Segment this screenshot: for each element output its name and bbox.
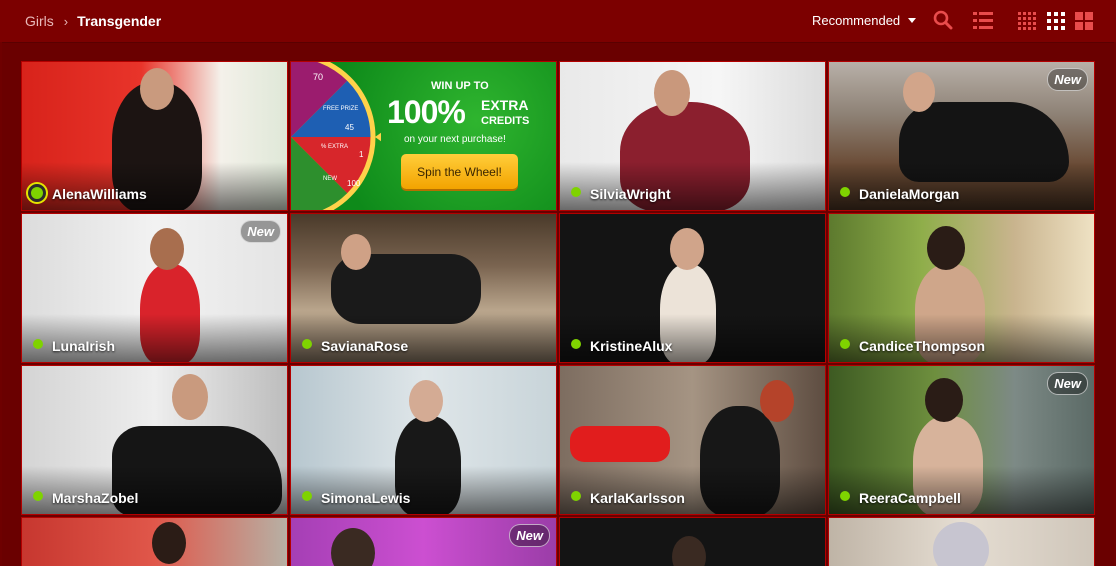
performer-name: ReeraCampbell: [859, 490, 961, 506]
performer-name: SilviaWright: [590, 186, 671, 202]
online-status-icon: [28, 184, 46, 202]
performer-face: [903, 72, 935, 112]
performer-name: AlenaWilliams: [52, 186, 147, 202]
performer-face: [150, 228, 184, 270]
spin-wheel-button[interactable]: Spin the Wheel!: [401, 154, 518, 189]
wheel-label: NEW: [323, 176, 337, 182]
wheel-label: 1: [359, 150, 364, 159]
small-grid-icon[interactable]: [1018, 12, 1036, 30]
performer-name: SimonaLewis: [321, 490, 411, 506]
new-badge: New: [1047, 372, 1088, 395]
performer-card[interactable]: [21, 517, 288, 566]
performer-card[interactable]: KarlaKarlsson: [559, 365, 826, 515]
performer-card[interactable]: SavianaRose: [290, 213, 557, 363]
performer-card[interactable]: New: [290, 517, 557, 566]
new-badge: New: [1047, 68, 1088, 91]
performer-grid: AlenaWilliams 70 FREE PRIZE % EXTRA NEW …: [2, 42, 1114, 566]
performer-name: LunaIrish: [52, 338, 116, 354]
top-bar: Girls › Transgender Recommended: [0, 0, 1116, 42]
online-status-icon: [571, 491, 581, 501]
promo-extra-line1: EXTRA: [481, 97, 529, 113]
performer-face: [409, 380, 443, 422]
performer-face: [140, 68, 174, 110]
performer-card[interactable]: [559, 517, 826, 566]
promo-extra-line2: CREDITS: [481, 115, 530, 127]
medium-grid-icon[interactable]: [1047, 12, 1065, 30]
online-status-icon: [302, 339, 312, 349]
performer-name: MarshaZobel: [52, 490, 139, 506]
promo-banner[interactable]: 70 FREE PRIZE % EXTRA NEW 45 1 100 WIN U…: [290, 61, 557, 211]
performer-face: [670, 228, 704, 270]
performer-card[interactable]: SilviaWright: [559, 61, 826, 211]
prize-wheel-icon: 70 FREE PRIZE % EXTRA NEW 45 1 100: [291, 62, 381, 210]
breadcrumb: Girls › Transgender: [25, 12, 161, 30]
wheel-label: FREE PRIZE: [323, 106, 358, 112]
online-status-icon: [840, 187, 850, 197]
performer-face: [925, 378, 963, 422]
performer-card[interactable]: KristineAlux: [559, 213, 826, 363]
performer-name: SavianaRose: [321, 338, 409, 354]
performer-face: [654, 70, 690, 116]
sort-label: Recommended: [812, 13, 901, 28]
performer-figure: [570, 426, 670, 462]
performer-face: [927, 226, 965, 270]
online-status-icon: [840, 491, 850, 501]
large-grid-icon[interactable]: [1075, 12, 1093, 30]
performer-face: [152, 522, 186, 564]
performer-card[interactable]: New DanielaMorgan: [828, 61, 1095, 211]
performer-face: [341, 234, 371, 270]
performer-face: [760, 380, 794, 422]
performer-face: [172, 374, 208, 420]
online-status-icon: [33, 491, 43, 501]
wheel-label: 100: [347, 179, 361, 188]
chevron-down-icon: [908, 18, 917, 23]
performer-name: KristineAlux: [590, 338, 673, 354]
breadcrumb-current: Transgender: [77, 13, 162, 29]
new-badge: New: [240, 220, 281, 243]
performer-card[interactable]: SimonaLewis: [290, 365, 557, 515]
wheel-label: 45: [345, 123, 354, 132]
online-status-icon: [571, 339, 581, 349]
new-badge: New: [509, 524, 550, 547]
wheel-label: % EXTRA: [321, 144, 348, 150]
online-status-icon: [302, 491, 312, 501]
performer-card[interactable]: New LunaIrish: [21, 213, 288, 363]
performer-name: KarlaKarlsson: [590, 490, 685, 506]
wheel-label: 70: [313, 72, 323, 82]
performer-card[interactable]: MarshaZobel: [21, 365, 288, 515]
performer-name: CandiceThompson: [859, 338, 986, 354]
list-view-icon[interactable]: [973, 12, 993, 29]
performer-card[interactable]: AlenaWilliams: [21, 61, 288, 211]
promo-extra-credits: EXTRA CREDITS: [481, 98, 529, 128]
chevron-right-icon: ›: [63, 13, 69, 29]
online-status-icon: [33, 339, 43, 349]
performer-card[interactable]: CandiceThompson: [828, 213, 1095, 363]
breadcrumb-girls-link[interactable]: Girls: [25, 13, 54, 29]
performer-card[interactable]: New ReeraCampbell: [828, 365, 1095, 515]
performer-name: DanielaMorgan: [859, 186, 960, 202]
promo-percent: 100%: [387, 94, 466, 130]
online-status-icon: [571, 187, 581, 197]
promo-win-up-to: WIN UP TO: [431, 80, 489, 92]
search-icon[interactable]: [933, 10, 953, 30]
sort-dropdown[interactable]: Recommended: [812, 13, 917, 28]
online-status-icon: [840, 339, 850, 349]
promo-subtext: on your next purchase!: [404, 134, 506, 145]
performer-card[interactable]: [828, 517, 1095, 566]
